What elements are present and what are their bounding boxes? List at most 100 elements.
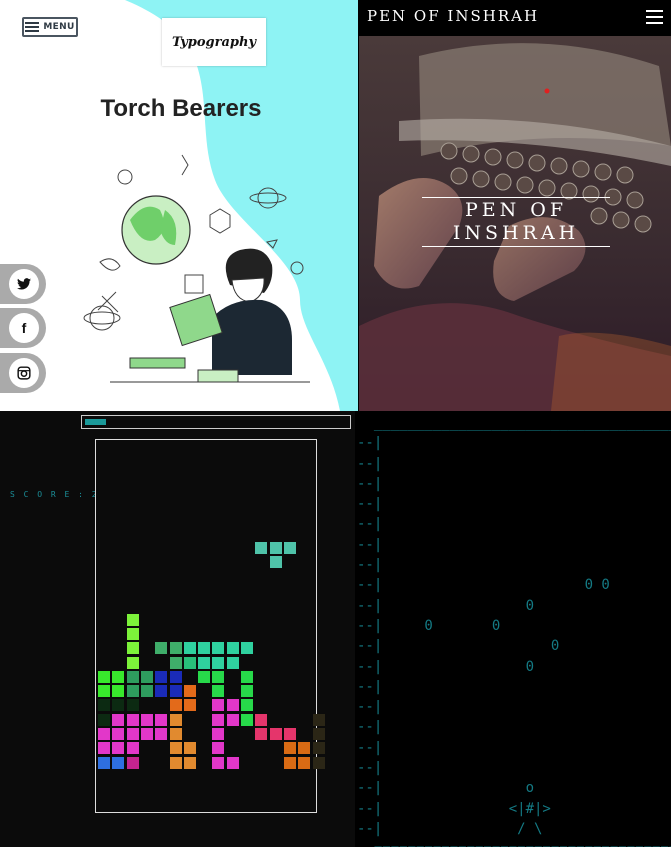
social-facebook-tab[interactable]: f: [0, 308, 46, 348]
hamburger-icon[interactable]: [646, 10, 663, 24]
tetris-block: [98, 756, 110, 769]
tetris-block: [183, 756, 196, 769]
torch-bearers-panel: MENU Typography Torch Bearers f: [0, 0, 358, 411]
hero-rule-top: [422, 197, 610, 198]
tetris-block: [212, 756, 225, 769]
tetris-block: [169, 699, 182, 712]
tetris-block: [112, 713, 125, 726]
pen-of-inshrah-panel: PEN OF INSHRAH PEN OF INSHRAH: [359, 0, 671, 411]
facebook-icon: f: [9, 313, 39, 343]
progress-fill: [85, 419, 106, 425]
tetris-block: [241, 685, 253, 698]
tetris-block: [126, 627, 139, 640]
tetris-block: [226, 713, 239, 726]
tetris-block: [212, 685, 225, 698]
tetris-block: [169, 656, 182, 669]
tetris-block: [98, 670, 110, 683]
social-instagram-tab[interactable]: [0, 353, 46, 393]
tetris-block: [126, 656, 139, 669]
menu-label: MENU: [43, 22, 75, 32]
tetris-block: [112, 685, 125, 698]
tetris-block: [312, 742, 325, 755]
tetris-block: [212, 656, 225, 669]
tetris-block: [169, 756, 182, 769]
tetris-block: [226, 642, 239, 655]
tetris-block: [241, 713, 253, 726]
tetris-block: [298, 742, 311, 755]
tetris-block: [140, 670, 153, 683]
tetris-block: [155, 728, 168, 740]
top-navbar: PEN OF INSHRAH: [359, 0, 671, 36]
brand-name[interactable]: PEN OF INSHRAH: [367, 7, 539, 25]
tetris-block: [283, 728, 296, 740]
tetris-block: [155, 670, 168, 683]
tetris-block: [112, 699, 125, 712]
tetris-block: [126, 756, 139, 769]
page-title: Torch Bearers: [100, 95, 262, 122]
tetris-block: [198, 670, 211, 683]
tetris-block: [312, 756, 325, 769]
tetris-block: [98, 713, 110, 726]
tetris-block: [169, 713, 182, 726]
tetris-block: [283, 542, 296, 555]
tetris-block: [126, 670, 139, 683]
logo-text: Typography: [171, 34, 257, 50]
tetris-block: [169, 728, 182, 740]
tetris-block: [169, 642, 182, 655]
social-twitter-tab[interactable]: [0, 264, 46, 304]
tetris-block: [183, 642, 196, 655]
tetris-block: [312, 713, 325, 726]
tetris-block: [212, 728, 225, 740]
tetris-block: [126, 713, 139, 726]
tetris-block: [212, 699, 225, 712]
tetris-block: [255, 542, 268, 555]
tetris-block: [140, 713, 153, 726]
tetris-block: [126, 613, 139, 626]
tetris-block: [140, 685, 153, 698]
tetris-block: [312, 728, 325, 740]
tetris-block: [126, 728, 139, 740]
tetris-block: [226, 699, 239, 712]
tetris-block: [269, 556, 282, 569]
level-progress-bar: [81, 415, 351, 429]
tetris-block: [112, 742, 125, 755]
tetris-block: [269, 728, 282, 740]
site-logo[interactable]: Typography: [162, 18, 266, 66]
tetris-block: [98, 742, 110, 755]
tetris-block: [283, 756, 296, 769]
tetris-block: [183, 656, 196, 669]
tetris-block: [283, 742, 296, 755]
tetris-block: [155, 642, 168, 655]
hero-title-line1: PEN OF: [464, 199, 568, 221]
tetris-block: [126, 685, 139, 698]
tetris-block: [169, 685, 182, 698]
tetris-block: [140, 728, 153, 740]
tetris-block: [269, 542, 282, 555]
instagram-icon: [9, 358, 39, 388]
tetris-block: [255, 713, 268, 726]
tetris-block: [212, 742, 225, 755]
tetris-block: [169, 670, 182, 683]
tetris-block: [183, 699, 196, 712]
tetris-block: [183, 685, 196, 698]
tetris-block: [226, 656, 239, 669]
tetris-block: [212, 670, 225, 683]
tetris-block: [212, 713, 225, 726]
tetris-block: [155, 713, 168, 726]
tetris-board[interactable]: [95, 439, 325, 813]
tetris-block: [98, 728, 110, 740]
tetris-block: [241, 670, 253, 683]
tetris-block: [255, 728, 268, 740]
tetris-block: [126, 742, 139, 755]
ascii-playfield[interactable]: ______________________________________ -…: [357, 413, 671, 847]
tetris-block: [241, 699, 253, 712]
tetris-block: [226, 756, 239, 769]
tetris-block: [198, 642, 211, 655]
tetris-block: [126, 699, 139, 712]
tetris-block: [241, 642, 253, 655]
tetris-block: [212, 642, 225, 655]
tetris-block: [298, 756, 311, 769]
tetris-block: [112, 756, 125, 769]
menu-button[interactable]: MENU: [22, 17, 78, 37]
reading-person-illustration: [83, 154, 310, 383]
